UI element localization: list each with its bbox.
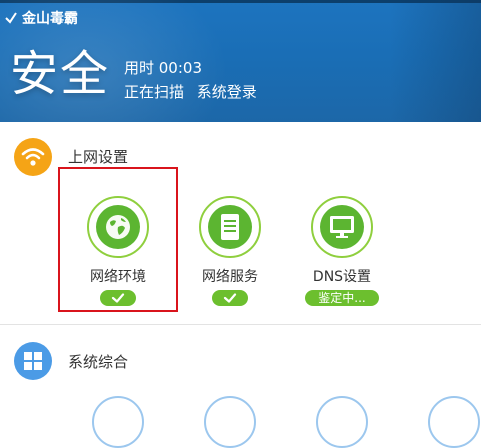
logo-icon xyxy=(4,11,18,25)
globe-icon xyxy=(96,205,140,249)
status-check-badge xyxy=(212,290,248,306)
section-network-settings: 上网设置 xyxy=(0,132,481,182)
app-title-bar: 金山毒霸 xyxy=(4,8,78,28)
scan-progress-line: 正在扫描 系统登录 xyxy=(124,80,257,104)
check-icon xyxy=(111,293,125,303)
item-label: DNS设置 xyxy=(312,269,372,285)
header-shade xyxy=(390,0,481,122)
status-check-badge xyxy=(100,290,136,306)
monitor-icon xyxy=(320,205,364,249)
scan-status-block: 用时 00:03 正在扫描 系统登录 xyxy=(124,56,257,104)
wifi-icon xyxy=(14,138,52,176)
section-title: 系统综合 xyxy=(68,353,129,371)
header-banner: 金山毒霸 安全 用时 00:03 正在扫描 系统登录 xyxy=(0,0,481,122)
item-circle xyxy=(87,196,149,258)
section-system-general: 系统综合 xyxy=(0,336,481,386)
scan-target: 系统登录 xyxy=(196,83,257,101)
item-circle xyxy=(199,196,261,258)
item-network-environment[interactable]: 网络环境 xyxy=(68,196,168,306)
item-label: 网络服务 xyxy=(202,269,258,285)
scan-status: 正在扫描 xyxy=(124,83,185,101)
status-checking-badge: 鉴定中... xyxy=(305,290,379,306)
section-divider xyxy=(0,324,481,325)
elapsed-time: 用时 00:03 xyxy=(124,59,202,77)
item-label: 网络环境 xyxy=(90,269,146,285)
section-title: 上网设置 xyxy=(68,148,129,166)
item-circle xyxy=(311,196,373,258)
app-title: 金山毒霸 xyxy=(22,11,78,27)
item-network-service[interactable]: 网络服务 xyxy=(180,196,280,306)
windows-icon xyxy=(14,342,52,380)
server-icon xyxy=(208,205,252,249)
check-icon xyxy=(223,293,237,303)
security-status-big: 安全 xyxy=(10,46,111,102)
item-dns-settings[interactable]: DNS设置 鉴定中... xyxy=(292,196,392,306)
